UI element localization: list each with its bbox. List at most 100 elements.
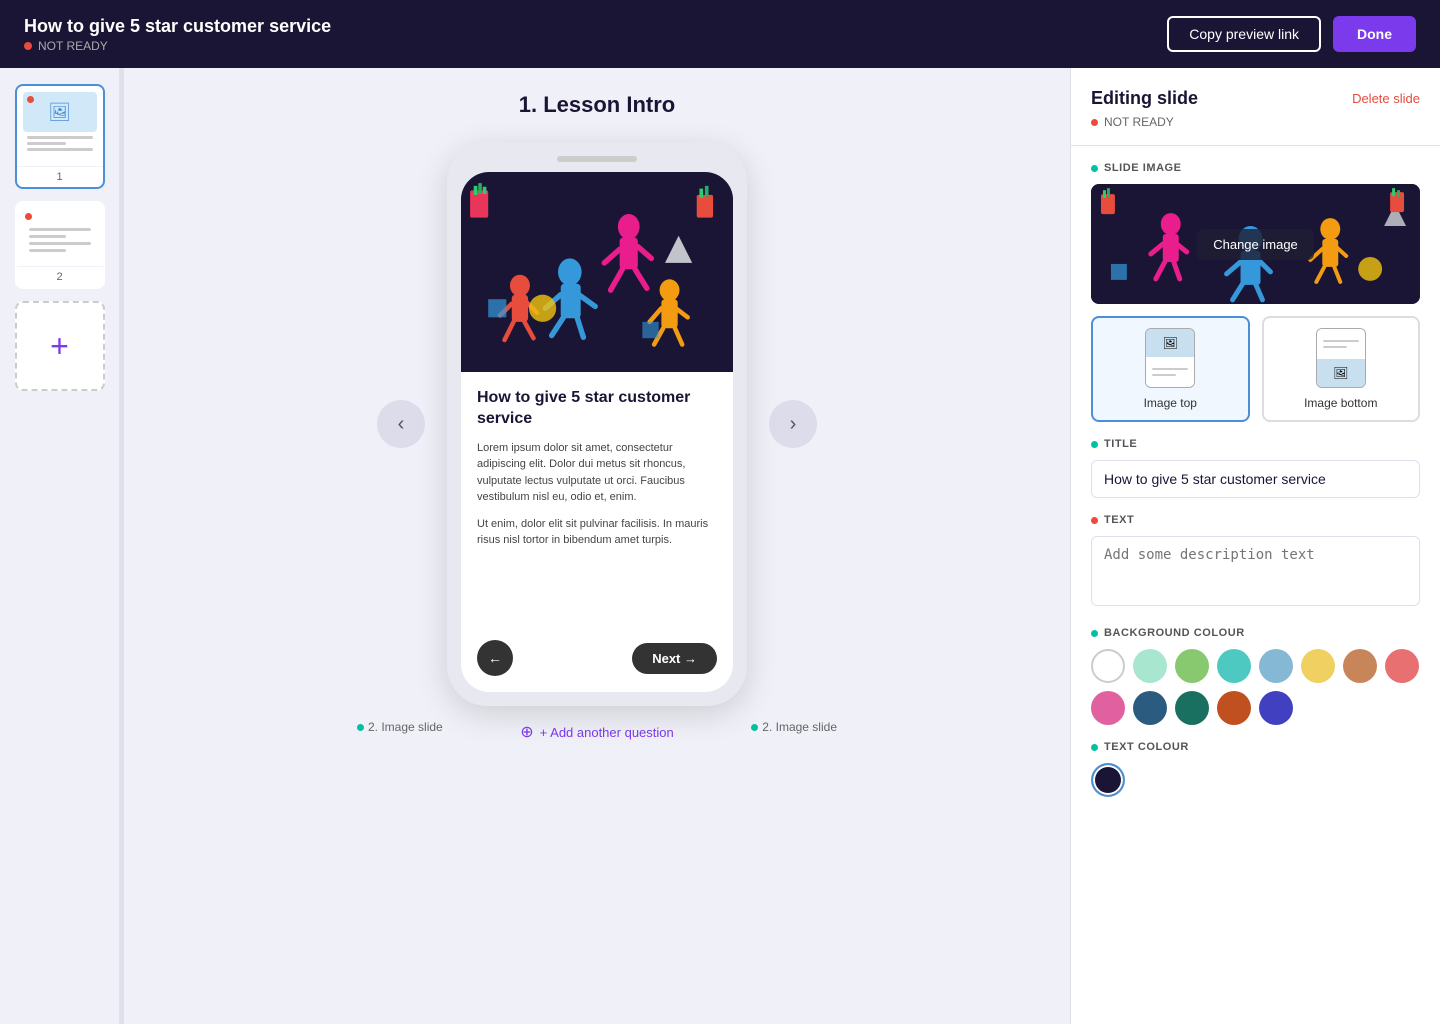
thumb-line	[29, 235, 66, 238]
bg-colour-palette	[1091, 649, 1420, 725]
main-layout: 🖼 1	[0, 68, 1440, 1024]
status-label: NOT READY	[38, 39, 108, 53]
status-dot	[24, 42, 32, 50]
phone-slide-image	[461, 172, 733, 372]
sidebar-slide-1[interactable]: 🖼 1	[15, 84, 105, 189]
phone-footer: ← Next →	[461, 630, 733, 692]
image-layout-options: 🖼 Image top	[1091, 316, 1420, 422]
phone-notch	[557, 156, 637, 162]
text-textarea[interactable]	[1091, 536, 1420, 606]
bg-colour-swatch-9[interactable]	[1133, 691, 1167, 725]
bg-colour-swatch-12[interactable]	[1259, 691, 1293, 725]
text-colour-dot	[1091, 744, 1098, 751]
nav-dot-left	[357, 724, 364, 731]
title-section: TITLE	[1091, 438, 1420, 498]
thumb-line	[29, 249, 66, 252]
header-status: NOT READY	[24, 39, 331, 53]
prev-slide-button[interactable]: ‹	[377, 400, 425, 448]
slide-image-label: SLIDE IMAGE	[1091, 162, 1420, 174]
sidebar-slide-2[interactable]: 2	[15, 201, 105, 289]
layout-image-top[interactable]: 🖼 Image top	[1091, 316, 1250, 422]
slide-image-text: SLIDE IMAGE	[1104, 162, 1182, 174]
bg-colour-swatch-4[interactable]	[1259, 649, 1293, 683]
thumb-line	[27, 136, 93, 139]
phone-screen: How to give 5 star customer service Lore…	[461, 172, 733, 692]
thumb-line	[27, 148, 93, 151]
panel-divider	[1071, 145, 1440, 146]
panel-status: NOT READY	[1091, 115, 1420, 129]
back-arrow-icon: ←	[488, 650, 502, 666]
add-slide-button[interactable]: +	[15, 301, 105, 391]
slide-sidebar: 🖼 1	[0, 68, 120, 1024]
bg-colour-swatch-0[interactable]	[1091, 649, 1125, 683]
nav-label-left: 2. Image slide	[357, 720, 443, 734]
header-actions: Copy preview link Done	[1167, 16, 1416, 52]
thumb-line	[29, 228, 91, 231]
layout-bottom-label: Image bottom	[1304, 396, 1377, 410]
bg-colour-label: BACKGROUND COLOUR	[1091, 627, 1420, 639]
bg-colour-swatch-8[interactable]	[1091, 691, 1125, 725]
phone-content: How to give 5 star customer service Lore…	[461, 372, 733, 630]
layout-bottom-icon: 🖼	[1316, 328, 1366, 388]
text-section-text: TEXT	[1104, 514, 1134, 526]
text-colour-swatch-dark[interactable]	[1091, 763, 1125, 797]
change-image-button[interactable]: Change image	[1197, 229, 1314, 260]
add-icon: ⊕	[520, 722, 533, 742]
next-slide-button[interactable]: ›	[769, 400, 817, 448]
copy-preview-button[interactable]: Copy preview link	[1167, 16, 1321, 52]
bg-colour-swatch-11[interactable]	[1217, 691, 1251, 725]
panel-status-label: NOT READY	[1104, 115, 1174, 129]
page-title: How to give 5 star customer service	[24, 16, 331, 37]
nav-text-right: 2. Image slide	[762, 720, 837, 734]
header: How to give 5 star customer service NOT …	[0, 0, 1440, 68]
text-colour-palette	[1091, 763, 1420, 797]
change-image-overlay: Change image	[1091, 184, 1420, 304]
thumb-line	[29, 242, 91, 245]
phone-heading: How to give 5 star customer service	[477, 388, 717, 430]
plus-icon: +	[50, 328, 69, 365]
title-label: TITLE	[1091, 438, 1420, 450]
thumb-red-dot-1	[27, 96, 34, 103]
slide-thumb-inner-2	[17, 203, 103, 266]
bg-colour-section: BACKGROUND COLOUR	[1091, 627, 1420, 725]
bg-colour-swatch-7[interactable]	[1385, 649, 1419, 683]
thumb-line	[27, 142, 67, 145]
slide-image-preview[interactable]: Change image	[1091, 184, 1420, 304]
thumb-lines-1	[23, 136, 97, 151]
slide-image-dot	[1091, 165, 1098, 172]
phone-body-2: Ut enim, dolor elit sit pulvinar facilis…	[477, 516, 717, 549]
bg-colour-swatch-6[interactable]	[1343, 649, 1377, 683]
layout-top-icon: 🖼	[1145, 328, 1195, 388]
nav-dot-right	[751, 724, 758, 731]
title-input[interactable]	[1091, 460, 1420, 498]
bg-colour-swatch-10[interactable]	[1175, 691, 1209, 725]
header-left: How to give 5 star customer service NOT …	[24, 16, 331, 53]
layout-image-bottom[interactable]: 🖼 Image bottom	[1262, 316, 1421, 422]
lesson-title: 1. Lesson Intro	[519, 92, 675, 118]
bg-colour-swatch-2[interactable]	[1175, 649, 1209, 683]
delete-slide-button[interactable]: Delete slide	[1352, 91, 1420, 106]
bg-colour-swatch-5[interactable]	[1301, 649, 1335, 683]
phone-mockup: How to give 5 star customer service Lore…	[447, 142, 747, 706]
slide-image-section: SLIDE IMAGE	[1091, 162, 1420, 422]
bg-colour-text: BACKGROUND COLOUR	[1104, 627, 1245, 639]
add-question-label: + Add another question	[540, 725, 674, 740]
bg-colour-swatch-1[interactable]	[1133, 649, 1167, 683]
text-section: TEXT	[1091, 514, 1420, 611]
thumb-image-icon-1: 🖼	[48, 102, 71, 123]
back-button[interactable]: ←	[477, 640, 513, 676]
done-button[interactable]: Done	[1333, 16, 1416, 52]
slide-number-1: 1	[17, 166, 103, 187]
text-colour-label: TEXT COLOUR	[1091, 741, 1420, 753]
panel-title: Editing slide	[1091, 88, 1198, 109]
text-colour-section: TEXT COLOUR	[1091, 741, 1420, 797]
phone-container: ‹ 2. Image slide	[447, 142, 747, 706]
thumb-lines-2	[23, 220, 97, 260]
bg-colour-swatch-3[interactable]	[1217, 649, 1251, 683]
layout-top-label: Image top	[1144, 396, 1197, 410]
slide-number-2: 2	[17, 266, 103, 287]
canvas-area: 1. Lesson Intro ‹ 2. Image slide	[124, 68, 1070, 1024]
next-button[interactable]: Next →	[632, 643, 717, 674]
next-label: Next →	[652, 651, 697, 666]
add-question-link[interactable]: ⊕ + Add another question	[520, 722, 674, 742]
